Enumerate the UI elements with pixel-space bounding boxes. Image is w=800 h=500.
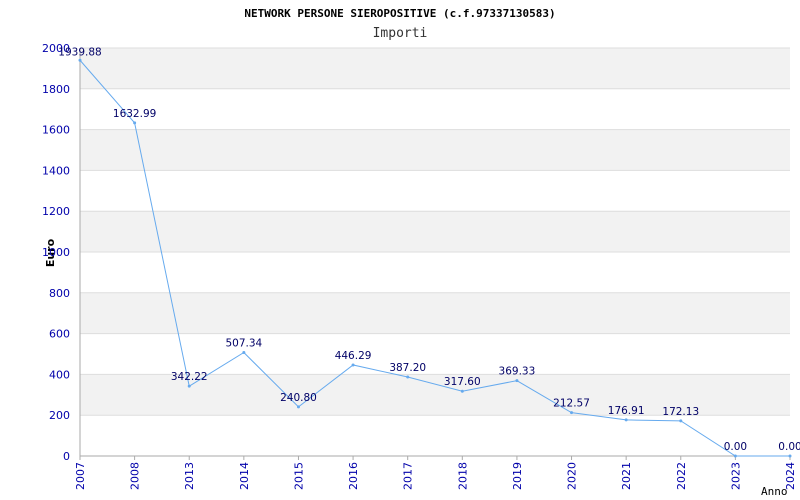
grid-band [80, 48, 790, 89]
data-point [733, 454, 737, 458]
x-tick-label: 2013 [183, 462, 196, 490]
data-label: 369.33 [499, 366, 536, 378]
x-tick-label: 2021 [620, 462, 633, 490]
data-point [351, 363, 355, 367]
data-label: 176.91 [608, 405, 645, 417]
chart-subtitle: Importi [373, 26, 428, 41]
data-point [133, 121, 137, 125]
y-tick-label: 0 [63, 450, 70, 463]
y-tick-label: 200 [49, 409, 70, 422]
x-tick-label: 2016 [347, 462, 360, 490]
data-point [624, 418, 628, 422]
data-point [242, 351, 246, 355]
grid-band [80, 129, 790, 171]
data-label: 317.60 [444, 376, 481, 388]
y-tick-label: 1200 [42, 205, 70, 218]
data-label: 172.13 [662, 406, 699, 418]
data-label: 1939.88 [58, 46, 101, 58]
x-tick-label: 2014 [238, 462, 251, 490]
data-label: 0.00 [778, 441, 800, 453]
x-tick-label: 2008 [129, 462, 142, 490]
y-tick-label: 600 [49, 328, 70, 341]
data-point [460, 389, 464, 393]
data-label: 387.20 [389, 362, 426, 374]
x-tick-label: 2024 [784, 462, 797, 490]
line-chart: NETWORK PERSONE SIEROPOSITIVE (c.f.97337… [42, 7, 800, 498]
data-label: 212.57 [553, 398, 590, 410]
data-label: 0.00 [724, 441, 747, 453]
x-tick-label: 2022 [675, 462, 688, 490]
x-tick-label: 2017 [402, 462, 415, 490]
data-point [296, 405, 300, 409]
y-tick-label: 800 [49, 287, 70, 300]
chart-title: NETWORK PERSONE SIEROPOSITIVE (c.f.97337… [244, 7, 555, 20]
data-point [78, 58, 82, 62]
grid-band [80, 211, 790, 252]
data-point [187, 384, 191, 388]
x-tick-label: 2018 [456, 462, 469, 490]
data-point [788, 454, 792, 458]
data-point [570, 411, 574, 415]
y-tick-label: 1400 [42, 164, 70, 177]
data-label: 507.34 [225, 338, 262, 350]
x-tick-label: 2020 [566, 462, 579, 490]
data-label: 446.29 [335, 350, 372, 362]
x-tick-label: 2015 [292, 462, 305, 490]
y-tick-label: 1600 [42, 124, 70, 137]
y-tick-label: 1800 [42, 83, 70, 96]
chart: NETWORK PERSONE SIEROPOSITIVE (c.f.97337… [0, 0, 800, 500]
data-point [406, 375, 410, 379]
x-tick-label: 2023 [729, 462, 742, 490]
x-tick-label: 2019 [511, 462, 524, 490]
data-label: 342.22 [171, 371, 208, 383]
y-tick-label: 400 [49, 368, 70, 381]
x-tick-label: 2007 [74, 462, 87, 490]
data-point [679, 419, 683, 423]
data-label: 1632.99 [113, 108, 156, 120]
data-label: 240.80 [280, 392, 317, 404]
grid-band [80, 292, 790, 334]
data-point [515, 379, 519, 383]
y-tick-label: 1000 [42, 246, 70, 259]
